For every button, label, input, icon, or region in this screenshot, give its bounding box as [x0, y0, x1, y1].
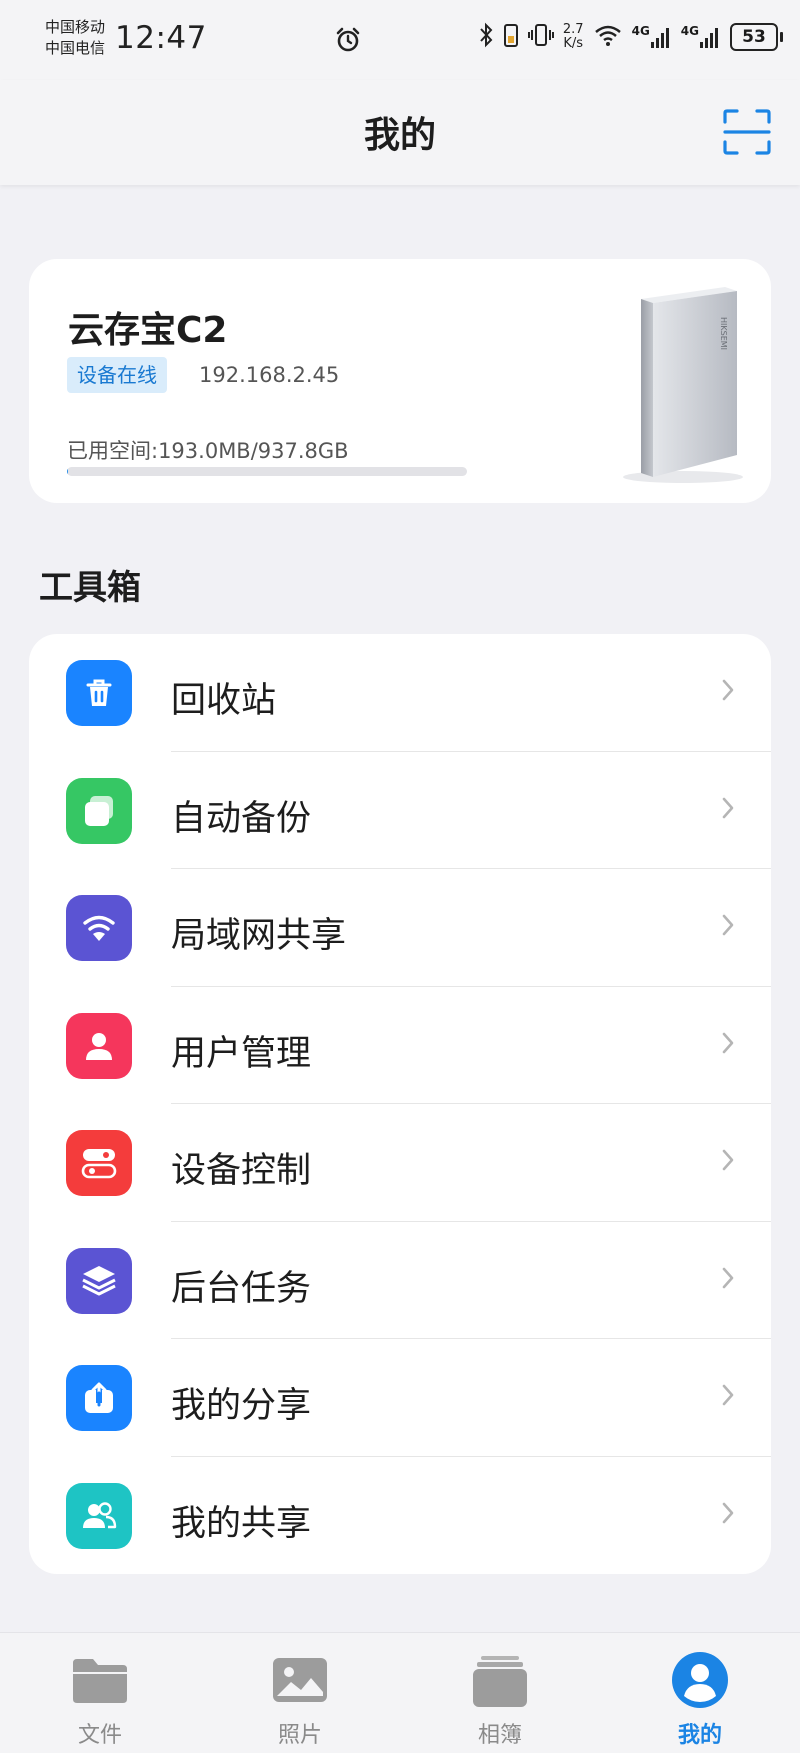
- tool-item-user-management[interactable]: 用户管理: [29, 987, 771, 1105]
- nav-item-profile[interactable]: 我的: [600, 1633, 800, 1753]
- wifi-status-icon: [593, 22, 623, 52]
- tool-item-background-tasks[interactable]: 后台任务: [29, 1222, 771, 1340]
- device-card[interactable]: 云存宝C2 设备在线 192.168.2.45 已用空间:193.0MB/937…: [29, 259, 771, 503]
- device-brand-text: HIKSEMI: [719, 317, 728, 350]
- scan-button[interactable]: [722, 108, 772, 156]
- carrier-1: 中国移动: [45, 17, 105, 38]
- chevron-right-icon: [721, 678, 735, 706]
- tool-label: 设备控制: [171, 1142, 311, 1193]
- nav-item-photos[interactable]: 照片: [200, 1633, 400, 1753]
- nav-item-files[interactable]: 文件: [0, 1633, 200, 1753]
- speed-unit: K/s: [563, 37, 584, 51]
- signal-1: 4G: [632, 24, 672, 50]
- tool-label: 局域网共享: [171, 907, 346, 958]
- network-speed: 2.7 K/s: [563, 23, 584, 51]
- signal-bars-icon: [699, 24, 721, 50]
- tool-item-recycle-bin[interactable]: 回收站: [29, 634, 771, 752]
- photo-icon: [271, 1655, 329, 1709]
- bluetooth-icon: [478, 22, 494, 52]
- tool-item-my-co-shares[interactable]: 我的共享: [29, 1457, 771, 1575]
- toolbox-title: 工具箱: [39, 560, 141, 609]
- tool-label: 后台任务: [171, 1260, 311, 1311]
- network-type-2: 4G: [681, 24, 699, 38]
- layers-icon: [66, 1248, 132, 1314]
- storage-progress-bar: [67, 467, 467, 476]
- chevron-right-icon: [721, 1266, 735, 1294]
- user-icon: [66, 1013, 132, 1079]
- chevron-right-icon: [721, 1501, 735, 1529]
- signal-2: 4G: [681, 24, 721, 50]
- chevron-right-icon: [721, 796, 735, 824]
- album-icon: [471, 1655, 529, 1713]
- nav-label: 文件: [0, 1717, 200, 1749]
- backup-icon: [66, 778, 132, 844]
- device-status-badge: 设备在线: [67, 357, 167, 393]
- chevron-right-icon: [721, 913, 735, 941]
- chevron-right-icon: [721, 1031, 735, 1059]
- profile-icon: [671, 1651, 729, 1713]
- device-ip: 192.168.2.45: [199, 363, 339, 387]
- tool-label: 回收站: [171, 672, 276, 723]
- nav-label: 相簿: [400, 1717, 600, 1749]
- folder-icon: [71, 1655, 129, 1709]
- tool-label: 我的共享: [171, 1495, 311, 1546]
- speed-value: 2.7: [563, 23, 584, 37]
- tool-label: 用户管理: [171, 1025, 311, 1076]
- toggle-icon: [66, 1130, 132, 1196]
- trash-icon: [66, 660, 132, 726]
- clock: 12:47: [115, 20, 207, 56]
- carrier-2: 中国电信: [45, 38, 105, 59]
- wifi-icon: [66, 895, 132, 961]
- battery-indicator: 53: [730, 23, 778, 51]
- tool-item-device-control[interactable]: 设备控制: [29, 1104, 771, 1222]
- scan-icon: [722, 108, 772, 156]
- nav-label: 照片: [200, 1717, 400, 1749]
- nav-item-albums[interactable]: 相簿: [400, 1633, 600, 1753]
- status-bar: 中国移动 中国电信 12:47 2.7 K/s 4G: [0, 0, 800, 80]
- phone-battery-icon: [503, 22, 519, 52]
- storage-usage-text: 已用空间:193.0MB/937.8GB: [67, 435, 349, 465]
- share-upload-icon: [66, 1365, 132, 1431]
- tool-item-lan-share[interactable]: 局域网共享: [29, 869, 771, 987]
- device-image: HIKSEMI: [605, 277, 755, 491]
- tool-item-auto-backup[interactable]: 自动备份: [29, 752, 771, 870]
- tool-label: 自动备份: [171, 790, 311, 841]
- signal-bars-icon: [650, 24, 672, 50]
- vibrate-icon: [528, 22, 554, 52]
- toolbox-list: 回收站 自动备份 局域网共享 用户管理 设备控制: [29, 634, 771, 1574]
- bottom-nav: 文件 照片 相簿 我的: [0, 1632, 800, 1753]
- tool-label: 我的分享: [171, 1377, 311, 1428]
- chevron-right-icon: [721, 1148, 735, 1176]
- group-icon: [66, 1483, 132, 1549]
- app-header: 我的: [0, 80, 800, 185]
- carrier-info: 中国移动 中国电信: [45, 17, 105, 59]
- alarm-icon: [334, 26, 362, 58]
- network-type-1: 4G: [632, 24, 650, 38]
- nav-label: 我的: [600, 1717, 800, 1749]
- page-title: 我的: [0, 106, 800, 158]
- chevron-right-icon: [721, 1383, 735, 1411]
- device-name: 云存宝C2: [68, 301, 227, 353]
- tool-item-my-shares[interactable]: 我的分享: [29, 1339, 771, 1457]
